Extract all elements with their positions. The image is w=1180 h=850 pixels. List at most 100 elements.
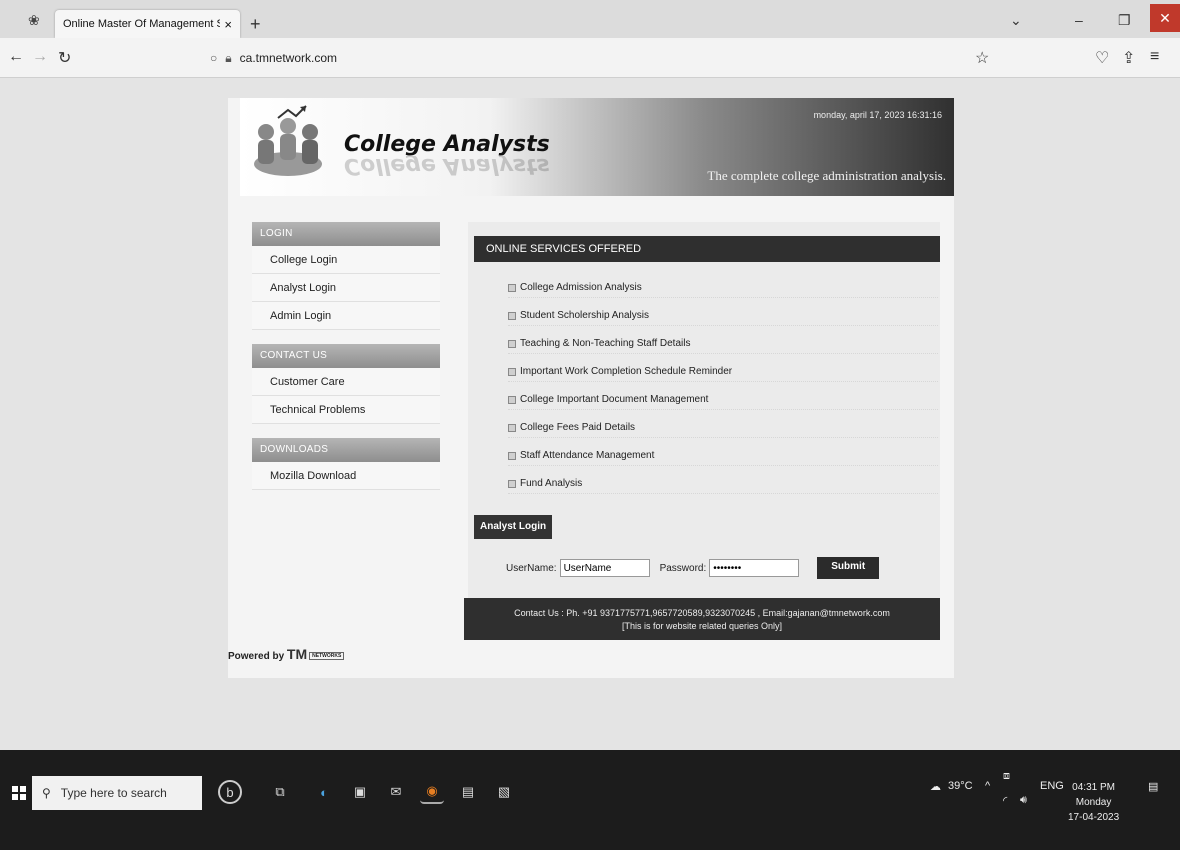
submit-button[interactable]: Submit bbox=[817, 557, 880, 579]
services-heading: ONLINE SERVICES OFFERED bbox=[474, 236, 940, 262]
shield-icon[interactable]: ○ bbox=[210, 51, 217, 65]
header-tagline: The complete college administration anal… bbox=[707, 168, 946, 183]
tab-title: Online Master Of Management Syst bbox=[63, 18, 221, 30]
contact-footer: Contact Us : Ph. +91 9371775771,96577205… bbox=[464, 598, 940, 640]
close-window-button[interactable]: ✕ bbox=[1150, 4, 1180, 32]
analyst-login-tab[interactable]: Analyst Login bbox=[474, 515, 553, 539]
bullet-icon bbox=[508, 339, 516, 348]
tray-app-icon[interactable]: ⧈ bbox=[1003, 770, 1010, 783]
bullet-icon bbox=[508, 367, 516, 376]
service-label: College Important Document Management bbox=[520, 394, 709, 405]
browser-tab[interactable]: Online Master Of Management Syst × bbox=[55, 10, 240, 38]
reload-icon[interactable]: ↻ bbox=[58, 48, 71, 68]
password-label: Password: bbox=[659, 562, 707, 574]
username-label: UserName: bbox=[506, 562, 557, 574]
notification-icon[interactable]: ▤ bbox=[1148, 780, 1158, 793]
contact-section-heading: CONTACT US bbox=[252, 344, 440, 368]
task-view-icon[interactable]: ⧉ bbox=[268, 780, 292, 804]
list-item: Important Work Completion Schedule Remin… bbox=[508, 354, 938, 382]
service-label: Staff Attendance Management bbox=[520, 450, 655, 461]
list-item: College Admission Analysis bbox=[508, 270, 938, 298]
list-item: College Fees Paid Details bbox=[508, 410, 938, 438]
login-section-heading: LOGIN bbox=[252, 222, 440, 246]
edge-icon[interactable]: ◐ bbox=[312, 780, 336, 804]
services-list: College Admission Analysis Student Schol… bbox=[508, 270, 938, 494]
language-indicator[interactable]: ENG bbox=[1040, 780, 1064, 792]
new-tab-button[interactable]: + bbox=[250, 14, 261, 35]
service-label: Fund Analysis bbox=[520, 478, 583, 489]
tab-list-chevron-icon[interactable]: ⌄ bbox=[1010, 12, 1022, 29]
notepad-icon[interactable]: ▧ bbox=[492, 780, 516, 804]
lock-icon[interactable]: 🔒︎ bbox=[225, 51, 231, 66]
brand-title: College Analysts bbox=[344, 132, 550, 157]
service-label: College Admission Analysis bbox=[520, 282, 642, 293]
weather-temp[interactable]: 39°C bbox=[948, 780, 973, 792]
file-explorer-icon[interactable]: ▤ bbox=[456, 780, 480, 804]
tab-close-icon[interactable]: × bbox=[224, 17, 232, 32]
sidebar-item-mozilla-download[interactable]: Mozilla Download bbox=[252, 462, 440, 490]
forward-arrow-icon[interactable]: → bbox=[32, 48, 48, 66]
store-icon[interactable]: ▣ bbox=[348, 780, 372, 804]
username-input[interactable] bbox=[559, 559, 650, 577]
bookmark-star-icon[interactable]: ☆ bbox=[975, 48, 989, 68]
volume-icon[interactable]: 🔊︎ bbox=[1020, 794, 1027, 807]
search-icon: ⚲ bbox=[42, 786, 51, 800]
windows-taskbar: ⚲ Type here to search b ⧉ ◐ ▣ ✉ ◉ ▤ ▧ ☁ … bbox=[0, 750, 1180, 850]
list-item: Staff Attendance Management bbox=[508, 438, 938, 466]
site-container: College Analysts College Analysts monday… bbox=[228, 98, 954, 678]
site-header: College Analysts College Analysts monday… bbox=[240, 98, 954, 196]
password-input[interactable] bbox=[709, 559, 800, 577]
extensions-icon[interactable]: ⇪ bbox=[1122, 48, 1135, 68]
bing-icon[interactable]: b bbox=[218, 780, 242, 804]
sidebar-item-college-login[interactable]: College Login bbox=[252, 246, 440, 274]
back-arrow-icon[interactable]: ← bbox=[8, 48, 24, 66]
browser-tab-bar: ❀ Online Master Of Management Syst × + ⌄… bbox=[0, 0, 1180, 38]
maximize-button[interactable]: ❐ bbox=[1118, 12, 1131, 29]
sidebar-item-admin-login[interactable]: Admin Login bbox=[252, 302, 440, 330]
clock-time: 04:31 PM bbox=[1072, 782, 1115, 793]
page-viewport: College Analysts College Analysts monday… bbox=[0, 78, 1180, 750]
tray-chevron-icon[interactable]: ^ bbox=[985, 780, 990, 792]
minimize-button[interactable]: – bbox=[1075, 12, 1083, 28]
list-item: Teaching & Non-Teaching Staff Details bbox=[508, 326, 938, 354]
bullet-icon bbox=[508, 311, 516, 320]
service-label: Important Work Completion Schedule Remin… bbox=[520, 366, 733, 377]
address-bar[interactable]: ○ 🔒︎ ca.tmnetwork.com bbox=[210, 46, 990, 70]
clock-date: 17-04-2023 bbox=[1068, 812, 1120, 823]
bullet-icon bbox=[508, 395, 516, 404]
sidebar: LOGIN College Login Analyst Login Admin … bbox=[252, 222, 440, 490]
clock-day: Monday bbox=[1075, 797, 1112, 808]
sidebar-item-analyst-login[interactable]: Analyst Login bbox=[252, 274, 440, 302]
search-placeholder: Type here to search bbox=[60, 786, 167, 800]
brand-reflection: College Analysts bbox=[344, 156, 550, 178]
firefox-menu-icon[interactable]: ❀ bbox=[28, 12, 40, 29]
powered-by-label: Powered by bbox=[228, 651, 285, 662]
tm-logo: TM bbox=[286, 646, 308, 662]
sidebar-item-technical-problems[interactable]: Technical Problems bbox=[252, 396, 440, 424]
service-label: College Fees Paid Details bbox=[520, 422, 636, 433]
pocket-icon[interactable]: ♡ bbox=[1095, 48, 1109, 68]
firefox-icon[interactable]: ◉ bbox=[420, 780, 444, 804]
login-form: UserName: Password: Submit bbox=[506, 557, 880, 579]
sidebar-item-customer-care[interactable]: Customer Care bbox=[252, 368, 440, 396]
brand-reflection-text: College Analysts bbox=[344, 156, 550, 178]
windows-start-icon[interactable] bbox=[12, 786, 26, 800]
service-label: Student Scholership Analysis bbox=[520, 310, 649, 321]
network-icon[interactable]: ◜ bbox=[1003, 794, 1007, 807]
bullet-icon bbox=[508, 423, 516, 432]
bullet-icon bbox=[508, 451, 516, 460]
bullet-icon bbox=[508, 479, 516, 488]
app-menu-icon[interactable]: ≡ bbox=[1150, 48, 1159, 66]
services-panel: ONLINE SERVICES OFFERED College Admissio… bbox=[468, 222, 940, 617]
contact-line: Contact Us : Ph. +91 9371775771,96577205… bbox=[514, 608, 890, 618]
downloads-section-heading: DOWNLOADS bbox=[252, 438, 440, 462]
taskbar-clock[interactable]: 04:31 PM Monday 17-04-2023 bbox=[1068, 780, 1119, 825]
weather-icon[interactable]: ☁ bbox=[930, 780, 941, 793]
list-item: College Important Document Management bbox=[508, 382, 938, 410]
header-datetime: monday, april 17, 2023 16:31:16 bbox=[813, 110, 942, 120]
browser-nav-bar: ← → ↻ ○ 🔒︎ ca.tmnetwork.com ☆ ♡ ⇪ ≡ bbox=[0, 38, 1180, 78]
taskbar-search-box[interactable]: ⚲ Type here to search bbox=[32, 776, 202, 810]
tm-networks-logo: NETWORKS bbox=[309, 652, 345, 661]
mail-icon[interactable]: ✉ bbox=[384, 780, 408, 804]
url-text[interactable]: ca.tmnetwork.com bbox=[240, 51, 337, 65]
